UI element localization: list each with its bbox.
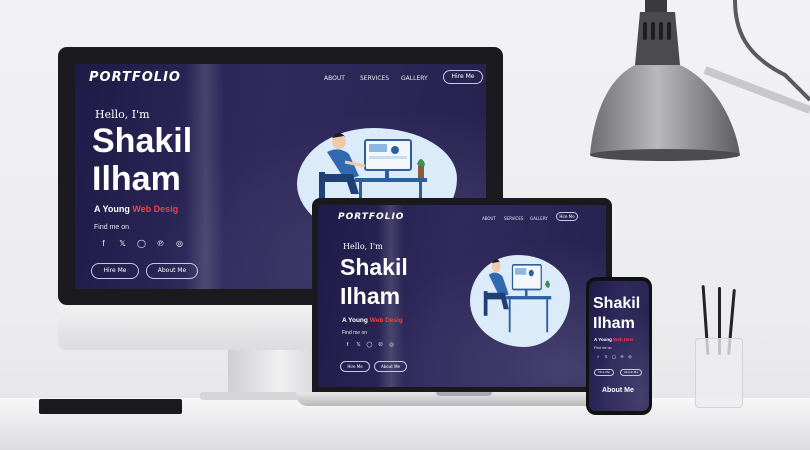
name-first: Shakil xyxy=(593,295,641,312)
phone: Shakil Ilham A Young Web Desi Find me on… xyxy=(586,277,652,415)
tagline-highlight: Web Desi xyxy=(613,337,634,342)
laptop: PORTFOLIO ABOUT SERVICES GALLERY Hire Me… xyxy=(312,198,612,393)
instagram-icon[interactable]: ◯ xyxy=(610,354,618,359)
name-first: Shakil xyxy=(92,122,193,160)
pinterest-icon[interactable]: ℗ xyxy=(375,342,386,348)
nav-hire-me-button[interactable]: Hire Me xyxy=(443,70,483,84)
name-last: Ilham xyxy=(92,160,181,198)
nav-services[interactable]: SERVICES xyxy=(504,216,523,221)
greeting: Hello, I'm xyxy=(95,108,150,121)
hire-me-button[interactable]: Hire Me xyxy=(340,361,370,372)
laptop-screen: PORTFOLIO ABOUT SERVICES GALLERY Hire Me… xyxy=(318,205,606,387)
notebook-prop xyxy=(39,399,182,414)
name-first: Shakil xyxy=(340,254,408,280)
developer-at-desk-illustration xyxy=(483,259,552,333)
facebook-icon[interactable]: f xyxy=(594,354,602,359)
hire-me-button[interactable]: Hire Me xyxy=(594,369,614,376)
pinterest-icon[interactable]: ℗ xyxy=(151,239,170,248)
facebook-icon[interactable]: f xyxy=(342,342,353,348)
facebook-icon[interactable]: f xyxy=(94,239,113,248)
dribbble-icon[interactable]: ◎ xyxy=(386,342,397,348)
laptop-notch xyxy=(436,392,492,396)
tagline-prefix: A Young xyxy=(594,337,614,342)
about-me-heading: About Me xyxy=(602,387,634,394)
dribbble-icon[interactable]: ◎ xyxy=(170,239,189,248)
dribbble-icon[interactable]: ◎ xyxy=(626,354,634,359)
pinterest-icon[interactable]: ℗ xyxy=(618,354,626,359)
nav-services[interactable]: SERVICES xyxy=(360,75,389,82)
nav-about[interactable]: ABOUT xyxy=(482,216,496,221)
tagline-prefix: A Young xyxy=(94,204,133,214)
hire-me-button[interactable]: Hire Me xyxy=(91,263,139,279)
nav-gallery[interactable]: GALLERY xyxy=(401,75,428,82)
name-last: Ilham xyxy=(593,315,635,332)
nav-gallery[interactable]: GALLERY xyxy=(530,216,548,221)
about-me-button[interactable]: About Me xyxy=(146,263,198,279)
site-logo[interactable]: PORTFOLIO xyxy=(89,70,181,85)
find-me-label: Find me on xyxy=(342,330,368,336)
tagline: A Young Web Desig xyxy=(94,204,178,214)
instagram-icon[interactable]: ◯ xyxy=(132,239,151,248)
tagline: A Young Web Desi xyxy=(594,337,633,342)
twitter-icon[interactable]: 𝕏 xyxy=(113,239,132,248)
tagline: A Young Web Desig xyxy=(342,317,403,324)
tagline-highlight: Web Desig xyxy=(132,204,179,214)
nav-hire-me-button[interactable]: Hire Me xyxy=(556,212,578,221)
nav-about[interactable]: ABOUT xyxy=(324,75,345,82)
twitter-icon[interactable]: 𝕏 xyxy=(602,354,610,359)
find-me-label: Find me on xyxy=(94,224,130,231)
phone-screen: Shakil Ilham A Young Web Desi Find me on… xyxy=(589,281,649,411)
pencil-cup xyxy=(690,284,750,410)
instagram-icon[interactable]: ◯ xyxy=(364,342,375,348)
site-logo[interactable]: PORTFOLIO xyxy=(338,212,404,222)
find-me-label: Find me on xyxy=(594,346,612,350)
about-me-button[interactable]: About Me xyxy=(620,369,642,376)
tagline-highlight: Web Desig xyxy=(369,317,403,324)
about-me-button[interactable]: About Me xyxy=(374,361,407,372)
tagline-prefix: A Young xyxy=(342,317,370,324)
desk-lamp-illustration xyxy=(590,0,810,161)
social-links: f 𝕏 ◯ ℗ ◎ xyxy=(342,342,397,348)
social-links: f 𝕏 ◯ ℗ ◎ xyxy=(594,354,634,359)
name-last: Ilham xyxy=(340,283,401,309)
greeting: Hello, I'm xyxy=(343,242,383,251)
twitter-icon[interactable]: 𝕏 xyxy=(353,342,364,348)
social-links: f 𝕏 ◯ ℗ ◎ xyxy=(94,239,189,248)
